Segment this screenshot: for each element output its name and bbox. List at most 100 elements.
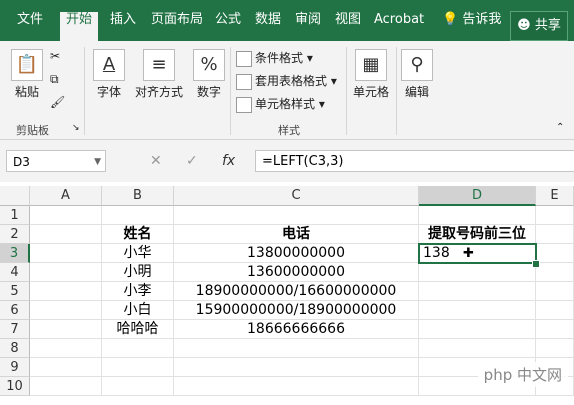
cell-e4[interactable] [536, 263, 574, 282]
cell-b6[interactable]: 小白 [102, 301, 174, 320]
cell-c1[interactable] [174, 206, 419, 225]
cell-a9[interactable] [30, 358, 102, 377]
fill-handle[interactable] [532, 260, 540, 268]
cell-a6[interactable] [30, 301, 102, 320]
number-button[interactable]: % 数字 [192, 49, 226, 100]
cell-e5[interactable] [536, 282, 574, 301]
cell-d7[interactable] [419, 320, 536, 339]
cell-a3[interactable] [30, 244, 102, 263]
cell-a7[interactable] [30, 320, 102, 339]
cell-b5[interactable]: 小李 [102, 282, 174, 301]
cell-e2[interactable] [536, 225, 574, 244]
tab-insert[interactable]: 插入 [110, 12, 136, 40]
cancel-icon[interactable]: ✕ [150, 150, 162, 172]
cell-c10[interactable] [174, 377, 419, 396]
row-header[interactable]: 1 [0, 206, 30, 225]
cell-d1[interactable] [419, 206, 536, 225]
row-header[interactable]: 10 [0, 377, 30, 396]
copy-icon[interactable]: ⧉ [50, 70, 59, 88]
font-button[interactable]: A 字体 [92, 49, 126, 100]
cell-b2[interactable]: 姓名 [102, 225, 174, 244]
row-header[interactable]: 3 [0, 244, 30, 263]
cell-e3[interactable] [536, 244, 574, 263]
divider [396, 47, 397, 135]
cell-b1[interactable] [102, 206, 174, 225]
cell-a1[interactable] [30, 206, 102, 225]
cell-b4[interactable]: 小明 [102, 263, 174, 282]
format-painter-icon[interactable]: 🖌 [50, 93, 65, 111]
tab-review[interactable]: 审阅 [295, 12, 321, 40]
cell-a8[interactable] [30, 339, 102, 358]
cell-style-button[interactable]: 单元格样式 ▾ [236, 95, 325, 113]
tab-formulas[interactable]: 公式 [215, 12, 241, 40]
conditional-format-icon [236, 50, 252, 67]
cell-e6[interactable] [536, 301, 574, 320]
share-button[interactable]: ☻ 共享 [510, 11, 568, 41]
tab-view[interactable]: 视图 [335, 12, 361, 40]
cell-a10[interactable] [30, 377, 102, 396]
column-header-c[interactable]: C [174, 186, 419, 206]
cell-b8[interactable] [102, 339, 174, 358]
cell-d5[interactable] [419, 282, 536, 301]
cell-b9[interactable] [102, 358, 174, 377]
formula-input[interactable]: =LEFT(C3,3) [255, 150, 574, 172]
ribbon-home: 📋 粘贴 ✂ ⧉ 🖌 剪贴板 ↘ A 字体 ≡ 对齐方式 % 数字 条件格式 ▾… [0, 41, 574, 140]
tab-page-layout[interactable]: 页面布局 [151, 12, 203, 40]
column-header-b[interactable]: B [102, 186, 174, 206]
editing-button[interactable]: ⚲ 编辑 [400, 49, 434, 100]
cell-c8[interactable] [174, 339, 419, 358]
cell-d2[interactable]: 提取号码前三位 [419, 225, 536, 244]
collapse-ribbon-icon[interactable]: ⌃ [556, 119, 564, 137]
row-header[interactable]: 6 [0, 301, 30, 320]
cell-c4[interactable]: 13600000000 [174, 263, 419, 282]
cell-b7[interactable]: 哈哈哈 [102, 320, 174, 339]
column-header-d[interactable]: D [419, 186, 536, 206]
cell-c5[interactable]: 18900000000/16600000000 [174, 282, 419, 301]
tell-me[interactable]: 💡 告诉我 [442, 12, 501, 40]
name-box-value: D3 [13, 155, 30, 169]
table-format-button[interactable]: 套用表格格式 ▾ [236, 72, 337, 90]
tab-home[interactable]: 开始 [60, 12, 99, 41]
column-header-a[interactable]: A [30, 186, 102, 206]
cell-a2[interactable] [30, 225, 102, 244]
cell-a4[interactable] [30, 263, 102, 282]
cell-style-icon [236, 96, 252, 113]
cell-c2[interactable]: 电话 [174, 225, 419, 244]
cell-b3[interactable]: 小华 [102, 244, 174, 263]
insert-function-icon[interactable]: fx [222, 150, 235, 172]
column-header-e[interactable]: E [536, 186, 574, 206]
cell-d8[interactable] [419, 339, 536, 358]
cell-c3[interactable]: 13800000000 [174, 244, 419, 263]
cell-d6[interactable] [419, 301, 536, 320]
clipboard-group-label: 剪贴板 [16, 124, 49, 137]
cell-b10[interactable] [102, 377, 174, 396]
align-icon: ≡ [143, 49, 175, 81]
tab-acrobat[interactable]: Acrobat [374, 12, 424, 40]
cell-c6[interactable]: 15900000000/18900000000 [174, 301, 419, 320]
select-all-corner[interactable] [0, 186, 30, 206]
cell-d4[interactable] [419, 263, 536, 282]
cell-e7[interactable] [536, 320, 574, 339]
row-header[interactable]: 2 [0, 225, 30, 244]
conditional-format-button[interactable]: 条件格式 ▾ [236, 49, 313, 67]
row-header[interactable]: 9 [0, 358, 30, 377]
row-header[interactable]: 8 [0, 339, 30, 358]
row-header[interactable]: 7 [0, 320, 30, 339]
row-header[interactable]: 5 [0, 282, 30, 301]
row-header[interactable]: 4 [0, 263, 30, 282]
cell-a5[interactable] [30, 282, 102, 301]
paste-button[interactable]: 📋 粘贴 [8, 49, 46, 100]
tab-file[interactable]: 文件 [17, 12, 43, 40]
alignment-button[interactable]: ≡ 对齐方式 [134, 49, 184, 100]
cell-e1[interactable] [536, 206, 574, 225]
cell-c9[interactable] [174, 358, 419, 377]
chevron-down-icon[interactable]: ▼ [94, 151, 101, 173]
cells-button[interactable]: ▦ 单元格 [350, 49, 392, 100]
name-box[interactable]: D3 ▼ [6, 150, 106, 172]
enter-icon[interactable]: ✓ [186, 150, 198, 172]
cell-c7[interactable]: 18666666666 [174, 320, 419, 339]
dialog-launcher-icon[interactable]: ↘ [72, 119, 80, 137]
tab-data[interactable]: 数据 [255, 12, 281, 40]
cell-e8[interactable] [536, 339, 574, 358]
cut-icon[interactable]: ✂ [50, 47, 60, 65]
